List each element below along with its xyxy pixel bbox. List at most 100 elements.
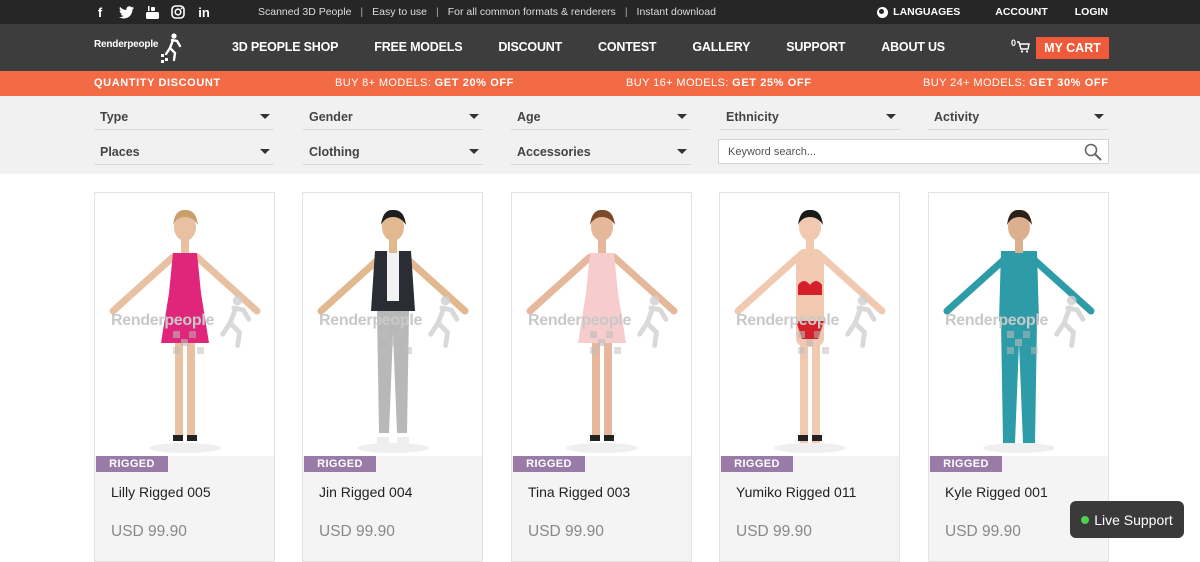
twitter-icon[interactable] xyxy=(118,4,134,20)
product-price: USD 99.90 xyxy=(945,523,1021,540)
main-nav: Renderpeople 3D PEOPLE SHOP FREE MODELS … xyxy=(0,24,1200,71)
online-status-icon xyxy=(1081,515,1090,524)
watermark-text: Renderpeople xyxy=(528,312,632,329)
watermark-runner-icon xyxy=(415,293,465,358)
filter-ethnicity[interactable]: Ethnicity xyxy=(720,103,900,130)
chevron-down-icon xyxy=(1094,114,1104,119)
watermark-pixel-icon xyxy=(173,331,205,360)
chevron-down-icon xyxy=(469,114,479,119)
main-menu: 3D PEOPLE SHOP FREE MODELS DISCOUNT CONT… xyxy=(232,40,981,54)
quantity-discount-banner: QUANTITY DISCOUNT BUY 8+ MODELS: GET 20%… xyxy=(0,71,1200,96)
chevron-down-icon xyxy=(260,114,270,119)
tagline: Scanned 3D People xyxy=(258,6,352,18)
product-name[interactable]: Yumiko Rigged 011 xyxy=(736,484,856,500)
product-name[interactable]: Lilly Rigged 005 xyxy=(111,484,211,500)
cart-icon[interactable] xyxy=(1016,41,1030,56)
product-price: USD 99.90 xyxy=(319,523,395,540)
top-right-links: LANGUAGES ACCOUNT LOGIN xyxy=(877,6,1108,18)
facebook-icon[interactable]: f xyxy=(92,4,108,20)
menu-item-contest[interactable]: CONTEST xyxy=(598,40,657,54)
youtube-icon[interactable] xyxy=(144,4,160,20)
filter-gender[interactable]: Gender xyxy=(303,103,483,130)
product-image[interactable]: Renderpeople xyxy=(95,193,274,456)
search-icon[interactable] xyxy=(1084,143,1102,161)
product-price: USD 99.90 xyxy=(528,523,604,540)
chevron-down-icon xyxy=(469,149,479,154)
login-link[interactable]: LOGIN xyxy=(1075,6,1108,18)
menu-item-about-us[interactable]: ABOUT US xyxy=(881,40,945,54)
watermark-pixel-icon xyxy=(798,331,830,360)
tagline: Easy to use xyxy=(372,6,428,18)
taglines: Scanned 3D People | Easy to use | For al… xyxy=(258,6,716,18)
live-support-label: Live Support xyxy=(1094,511,1173,528)
discount-title: QUANTITY DISCOUNT xyxy=(94,77,221,89)
instagram-icon[interactable] xyxy=(170,4,186,20)
watermark-pixel-icon xyxy=(381,331,413,360)
menu-item-discount[interactable]: DISCOUNT xyxy=(498,40,562,54)
languages-link[interactable]: LANGUAGES xyxy=(877,6,960,18)
keyword-search-input[interactable] xyxy=(719,140,1079,163)
product-card[interactable]: Renderpeople RIGGED Jin Rigged 004 USD 99.9… xyxy=(302,192,483,562)
product-card[interactable]: Renderpeople RIGGED Lilly Rigged 005 USD 99… xyxy=(94,192,275,562)
product-image[interactable]: Renderpeople xyxy=(512,193,691,456)
watermark-text: Renderpeople xyxy=(945,312,1049,329)
globe-icon xyxy=(877,6,889,18)
account-link[interactable]: ACCOUNT xyxy=(995,6,1048,18)
tagline: For all common formats & renderers xyxy=(447,6,616,18)
product-image[interactable]: Renderpeople xyxy=(720,193,899,456)
runner-logo-icon xyxy=(159,32,183,64)
rigged-badge: RIGGED xyxy=(721,456,793,472)
watermark-runner-icon xyxy=(1041,293,1091,358)
filter-age[interactable]: Age xyxy=(511,103,691,130)
watermark-pixel-icon xyxy=(1007,331,1039,360)
filter-activity[interactable]: Activity xyxy=(928,103,1108,130)
live-support-button[interactable]: Live Support xyxy=(1070,501,1184,538)
rigged-badge: RIGGED xyxy=(96,456,168,472)
keyword-search xyxy=(718,139,1109,164)
product-name[interactable]: Kyle Rigged 001 xyxy=(945,484,1048,500)
product-card[interactable]: Renderpeople RIGGED Tina Rigged 003 USD 99.… xyxy=(511,192,692,562)
watermark-runner-icon xyxy=(207,293,257,358)
product-image[interactable]: Renderpeople xyxy=(929,193,1108,456)
menu-item-free-models[interactable]: FREE MODELS xyxy=(374,40,462,54)
rigged-badge: RIGGED xyxy=(930,456,1002,472)
menu-item-gallery[interactable]: GALLERY xyxy=(692,40,750,54)
top-bar: f in Scanned 3D People | Easy to use | F… xyxy=(0,0,1200,24)
logo-text: Renderpeople xyxy=(94,39,159,50)
chevron-down-icon xyxy=(677,149,687,154)
watermark-text: Renderpeople xyxy=(111,312,215,329)
logo[interactable]: Renderpeople xyxy=(94,32,183,64)
watermark-text: Renderpeople xyxy=(736,312,840,329)
discount-offer: BUY 8+ MODELS: GET 20% OFF xyxy=(335,77,514,89)
product-card[interactable]: Renderpeople RIGGED Yumiko Rigged 011 USD 9… xyxy=(719,192,900,562)
separator: | xyxy=(436,6,439,18)
discount-offer: BUY 16+ MODELS: GET 25% OFF xyxy=(626,77,812,89)
watermark-pixel-icon xyxy=(590,331,622,360)
watermark-runner-icon xyxy=(624,293,674,358)
filter-panel: Type Gender Age Ethnicity Activity Place… xyxy=(0,96,1200,174)
rigged-badge: RIGGED xyxy=(304,456,376,472)
social-links: f in xyxy=(92,4,212,20)
product-image[interactable]: Renderpeople xyxy=(303,193,482,456)
product-price: USD 99.90 xyxy=(111,523,187,540)
filter-accessories[interactable]: Accessories xyxy=(511,138,691,165)
chevron-down-icon xyxy=(677,114,687,119)
watermark-runner-icon xyxy=(832,293,882,358)
separator: | xyxy=(360,6,364,18)
rigged-badge: RIGGED xyxy=(513,456,585,472)
discount-offer: BUY 24+ MODELS: GET 30% OFF xyxy=(923,77,1109,89)
watermark-text: Renderpeople xyxy=(319,312,423,329)
linkedin-icon[interactable]: in xyxy=(196,4,212,20)
menu-item-3d-people-shop[interactable]: 3D PEOPLE SHOP xyxy=(232,40,338,54)
languages-label: LANGUAGES xyxy=(893,6,961,18)
menu-item-support[interactable]: SUPPORT xyxy=(786,40,845,54)
product-price: USD 99.90 xyxy=(736,523,812,540)
my-cart-button[interactable]: MY CART xyxy=(1036,37,1109,59)
filter-places[interactable]: Places xyxy=(94,138,274,165)
filter-clothing[interactable]: Clothing xyxy=(303,138,483,165)
filter-type[interactable]: Type xyxy=(94,103,274,130)
separator: | xyxy=(624,6,628,18)
chevron-down-icon xyxy=(886,114,896,119)
product-name[interactable]: Tina Rigged 003 xyxy=(528,484,630,500)
product-name[interactable]: Jin Rigged 004 xyxy=(319,484,412,500)
